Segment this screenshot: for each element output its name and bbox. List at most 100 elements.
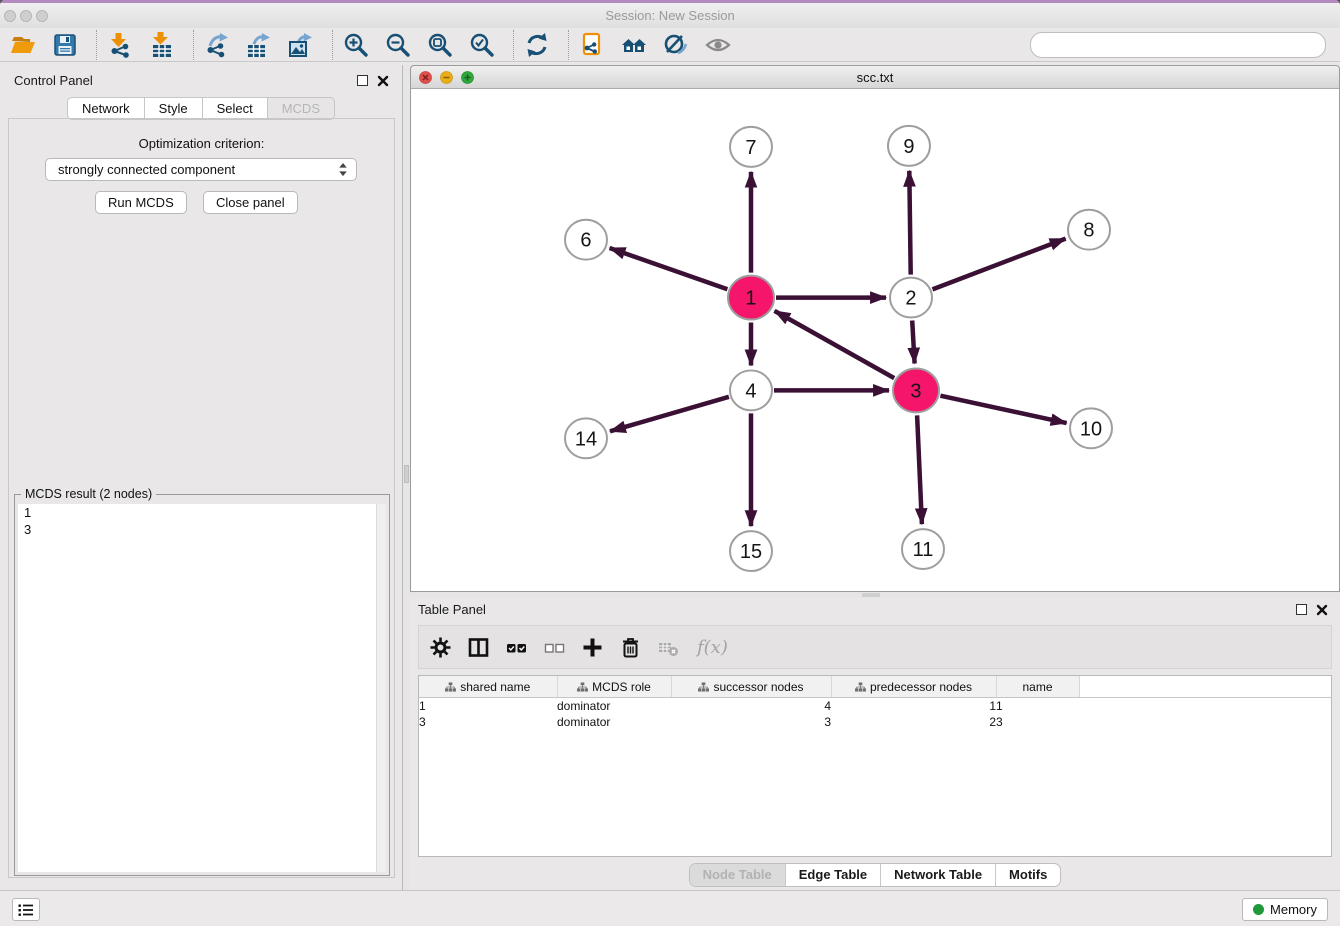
node-label-6: 6: [580, 230, 591, 252]
cell-mcds-role[interactable]: dominator: [557, 714, 671, 730]
table-tabs: Node TableEdge TableNetwork TableMotifs: [689, 863, 1062, 887]
clone-network-icon[interactable]: [579, 32, 605, 58]
node-label-11: 11: [913, 539, 934, 561]
toolbar-separator: [513, 30, 514, 60]
delete-column-icon[interactable]: [619, 636, 642, 659]
tab-network-table[interactable]: Network Table: [880, 864, 995, 886]
search-input[interactable]: [1030, 32, 1326, 58]
task-history-button[interactable]: [12, 898, 40, 921]
cell-successor-nodes[interactable]: 3: [671, 714, 831, 730]
home-icon[interactable]: [621, 32, 647, 58]
column-header-filler: [1079, 676, 1331, 698]
table-settings-icon[interactable]: [429, 636, 452, 659]
cell-predecessor-nodes[interactable]: 1: [831, 698, 996, 715]
zoom-fit-icon[interactable]: [427, 32, 453, 58]
export-network-icon[interactable]: [204, 32, 230, 58]
add-column-icon[interactable]: [581, 636, 604, 659]
edge-2-9[interactable]: [909, 171, 910, 275]
edge-3-10[interactable]: [940, 396, 1066, 423]
splitter-handle[interactable]: [862, 593, 880, 597]
zoom-selected-icon[interactable]: [469, 32, 495, 58]
control-panel: Control Panel NetworkStyleSelectMCDS Opt…: [0, 65, 403, 890]
cell-successor-nodes[interactable]: 4: [671, 698, 831, 715]
tab-network[interactable]: Network: [67, 97, 145, 120]
import-network-icon[interactable]: [107, 32, 133, 58]
cell-shared-name[interactable]: 1: [419, 698, 557, 715]
cell-filler: [1079, 714, 1331, 730]
column-header-mcds-role[interactable]: MCDS role: [557, 676, 671, 698]
cell-name[interactable]: 3: [996, 714, 1079, 730]
graphics-details-icon[interactable]: [663, 32, 689, 58]
float-table-panel-icon[interactable]: [1296, 604, 1307, 615]
cell-predecessor-nodes[interactable]: 2: [831, 714, 996, 730]
optimization-criterion-select[interactable]: strongly connected component: [45, 158, 357, 181]
run-mcds-button[interactable]: Run MCDS: [95, 191, 187, 214]
control-panel-tabs: NetworkStyleSelectMCDS: [0, 97, 402, 120]
result-scrollbar[interactable]: [376, 504, 386, 872]
window-title: Session: New Session: [0, 8, 1340, 23]
cell-name[interactable]: 1: [996, 698, 1079, 715]
memory-button[interactable]: Memory: [1242, 898, 1328, 921]
close-panel-button[interactable]: Close panel: [203, 191, 298, 214]
close-table-panel-icon[interactable]: [1316, 604, 1328, 616]
edge-3-11[interactable]: [917, 415, 922, 524]
split-view-icon[interactable]: [467, 636, 490, 659]
open-session-icon[interactable]: [10, 32, 36, 58]
tab-select[interactable]: Select: [203, 97, 268, 120]
edge-2-3[interactable]: [912, 321, 914, 364]
result-item: 1: [18, 504, 386, 521]
zoom-out-icon[interactable]: [385, 32, 411, 58]
save-session-icon[interactable]: [52, 32, 78, 58]
column-header-predecessor-nodes[interactable]: predecessor nodes: [831, 676, 996, 698]
splitter-handle[interactable]: [404, 465, 409, 483]
tab-node-table[interactable]: Node Table: [690, 864, 785, 886]
cell-mcds-role[interactable]: dominator: [557, 698, 671, 715]
result-item: 3: [18, 521, 386, 538]
tab-motifs[interactable]: Motifs: [995, 864, 1060, 886]
export-image-icon[interactable]: [288, 32, 314, 58]
node-label-7: 7: [745, 137, 756, 159]
node-label-2: 2: [905, 288, 916, 310]
table-row[interactable]: 3dominator323: [419, 714, 1331, 730]
table-panel-title: Table Panel: [418, 602, 486, 617]
edge-3-1[interactable]: [775, 311, 895, 378]
edge-4-14[interactable]: [610, 397, 729, 432]
column-header-shared-name[interactable]: shared name: [419, 676, 557, 698]
node-label-15: 15: [740, 541, 762, 563]
export-table-icon[interactable]: [246, 32, 272, 58]
column-header-name[interactable]: name: [996, 676, 1079, 698]
network-title: scc.txt: [411, 70, 1339, 85]
tab-style[interactable]: Style: [145, 97, 203, 120]
toolbar-separator: [193, 30, 194, 60]
eye-icon[interactable]: [705, 32, 731, 58]
edge-1-6[interactable]: [610, 248, 728, 289]
zoom-in-icon[interactable]: [343, 32, 369, 58]
refresh-layout-icon[interactable]: [524, 32, 550, 58]
import-table-icon[interactable]: [149, 32, 175, 58]
table-toolbar: f(x): [418, 625, 1332, 669]
mcds-result-list[interactable]: 13: [18, 504, 386, 872]
toolbar-separator: [568, 30, 569, 60]
cell-filler: [1079, 698, 1331, 715]
table-row[interactable]: 1dominator411: [419, 698, 1331, 715]
tab-mcds[interactable]: MCDS: [268, 97, 335, 120]
node-table[interactable]: shared nameMCDS rolesuccessor nodesprede…: [418, 675, 1332, 857]
application-window: Session: New Session Control Panel Netwo…: [0, 0, 1340, 926]
float-panel-icon[interactable]: [357, 75, 368, 86]
vertical-splitter[interactable]: [403, 65, 410, 890]
unselect-all-checkboxes-icon[interactable]: [543, 636, 566, 659]
cell-shared-name[interactable]: 3: [419, 714, 557, 730]
close-panel-icon[interactable]: [377, 75, 389, 87]
edge-2-8[interactable]: [933, 239, 1066, 290]
network-graph[interactable]: 7968124314101511: [411, 89, 1339, 591]
network-canvas[interactable]: 7968124314101511: [411, 89, 1339, 591]
tab-edge-table[interactable]: Edge Table: [785, 864, 880, 886]
column-header-successor-nodes[interactable]: successor nodes: [671, 676, 831, 698]
toolbar-separator: [96, 30, 97, 60]
node-label-4: 4: [745, 380, 756, 402]
node-label-3: 3: [910, 380, 921, 402]
network-window-titlebar: scc.txt: [411, 66, 1339, 89]
table-panel: Table Panel f(x) shared nameMCDS rolesuc…: [410, 598, 1340, 890]
select-all-checkboxes-icon[interactable]: [505, 636, 528, 659]
mcds-result-title: MCDS result (2 nodes): [21, 487, 156, 501]
